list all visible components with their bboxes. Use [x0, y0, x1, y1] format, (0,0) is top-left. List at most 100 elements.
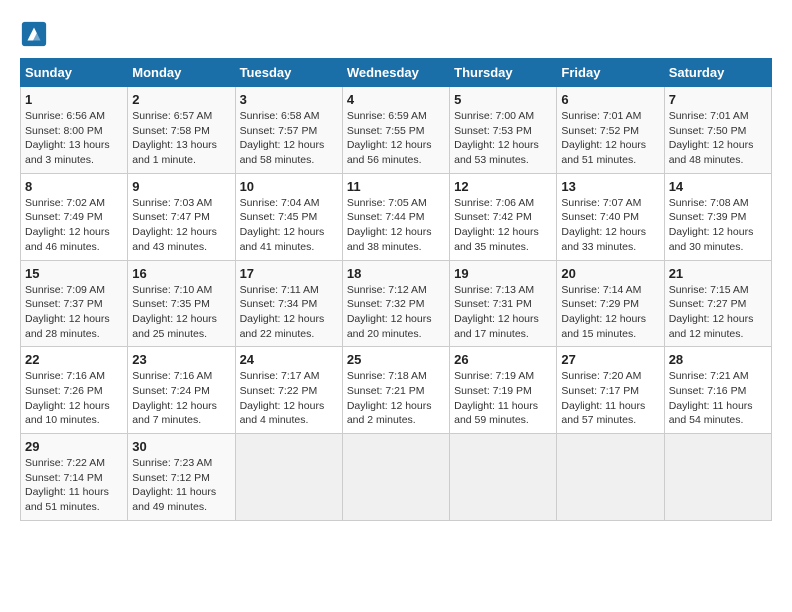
- day-number: 9: [132, 179, 230, 194]
- day-of-week-header: Friday: [557, 59, 664, 87]
- calendar-cell: 5 Sunrise: 7:00 AMSunset: 7:53 PMDaylight…: [450, 87, 557, 174]
- day-number: 1: [25, 92, 123, 107]
- calendar-week-row: 1Sunrise: 6:56 AMSunset: 8:00 PMDaylight…: [21, 87, 772, 174]
- day-number: 12: [454, 179, 552, 194]
- day-number: 18: [347, 266, 445, 281]
- day-number: 22: [25, 352, 123, 367]
- calendar-cell: 11 Sunrise: 7:05 AMSunset: 7:44 PMDayligh…: [342, 173, 449, 260]
- calendar-cell: 9 Sunrise: 7:03 AMSunset: 7:47 PMDaylight…: [128, 173, 235, 260]
- day-of-week-header: Monday: [128, 59, 235, 87]
- calendar-cell: 12 Sunrise: 7:06 AMSunset: 7:42 PMDayligh…: [450, 173, 557, 260]
- day-info: Sunrise: 7:08 AMSunset: 7:39 PMDaylight:…: [669, 196, 767, 255]
- day-of-week-header: Thursday: [450, 59, 557, 87]
- day-number: 7: [669, 92, 767, 107]
- calendar-cell: 29Sunrise: 7:22 AMSunset: 7:14 PMDayligh…: [21, 434, 128, 521]
- day-number: 5: [454, 92, 552, 107]
- day-info: Sunrise: 7:16 AMSunset: 7:24 PMDaylight:…: [132, 369, 230, 428]
- day-number: 24: [240, 352, 338, 367]
- day-info: Sunrise: 7:05 AMSunset: 7:44 PMDaylight:…: [347, 196, 445, 255]
- calendar-cell: [235, 434, 342, 521]
- calendar-cell: 6 Sunrise: 7:01 AMSunset: 7:52 PMDaylight…: [557, 87, 664, 174]
- day-number: 30: [132, 439, 230, 454]
- day-number: 15: [25, 266, 123, 281]
- day-number: 14: [669, 179, 767, 194]
- day-info: Sunrise: 6:57 AMSunset: 7:58 PMDaylight:…: [132, 109, 230, 168]
- calendar-cell: 10 Sunrise: 7:04 AMSunset: 7:45 PMDayligh…: [235, 173, 342, 260]
- calendar-cell: 24 Sunrise: 7:17 AMSunset: 7:22 PMDayligh…: [235, 347, 342, 434]
- day-number: 26: [454, 352, 552, 367]
- day-info: Sunrise: 7:22 AMSunset: 7:14 PMDaylight:…: [25, 456, 123, 515]
- calendar-cell: [450, 434, 557, 521]
- day-number: 20: [561, 266, 659, 281]
- calendar-cell: 22 Sunrise: 7:16 AMSunset: 7:26 PMDayligh…: [21, 347, 128, 434]
- calendar-cell: 3 Sunrise: 6:58 AMSunset: 7:57 PMDaylight…: [235, 87, 342, 174]
- logo-icon: [20, 20, 48, 48]
- day-info: Sunrise: 7:23 AMSunset: 7:12 PMDaylight:…: [132, 456, 230, 515]
- day-number: 2: [132, 92, 230, 107]
- day-info: Sunrise: 7:13 AMSunset: 7:31 PMDaylight:…: [454, 283, 552, 342]
- calendar-cell: 25 Sunrise: 7:18 AMSunset: 7:21 PMDayligh…: [342, 347, 449, 434]
- day-of-week-header: Sunday: [21, 59, 128, 87]
- calendar-header-row: SundayMondayTuesdayWednesdayThursdayFrid…: [21, 59, 772, 87]
- day-info: Sunrise: 7:14 AMSunset: 7:29 PMDaylight:…: [561, 283, 659, 342]
- day-number: 4: [347, 92, 445, 107]
- calendar-cell: 18Sunrise: 7:12 AMSunset: 7:32 PMDayligh…: [342, 260, 449, 347]
- day-number: 8: [25, 179, 123, 194]
- page-header: [20, 20, 772, 48]
- day-info: Sunrise: 7:09 AMSunset: 7:37 PMDaylight:…: [25, 283, 123, 342]
- day-info: Sunrise: 7:16 AMSunset: 7:26 PMDaylight:…: [25, 369, 123, 428]
- calendar-cell: 14 Sunrise: 7:08 AMSunset: 7:39 PMDayligh…: [664, 173, 771, 260]
- day-number: 16: [132, 266, 230, 281]
- day-of-week-header: Tuesday: [235, 59, 342, 87]
- day-info: Sunrise: 7:17 AMSunset: 7:22 PMDaylight:…: [240, 369, 338, 428]
- logo: [20, 20, 52, 48]
- calendar-cell: 20 Sunrise: 7:14 AMSunset: 7:29 PMDayligh…: [557, 260, 664, 347]
- day-info: Sunrise: 6:58 AMSunset: 7:57 PMDaylight:…: [240, 109, 338, 168]
- calendar-week-row: 8 Sunrise: 7:02 AMSunset: 7:49 PMDaylight…: [21, 173, 772, 260]
- day-info: Sunrise: 7:03 AMSunset: 7:47 PMDaylight:…: [132, 196, 230, 255]
- day-number: 27: [561, 352, 659, 367]
- calendar-cell: 2 Sunrise: 6:57 AMSunset: 7:58 PMDaylight…: [128, 87, 235, 174]
- day-info: Sunrise: 7:06 AMSunset: 7:42 PMDaylight:…: [454, 196, 552, 255]
- day-number: 6: [561, 92, 659, 107]
- day-number: 25: [347, 352, 445, 367]
- day-number: 21: [669, 266, 767, 281]
- calendar-cell: 30 Sunrise: 7:23 AMSunset: 7:12 PMDayligh…: [128, 434, 235, 521]
- day-number: 11: [347, 179, 445, 194]
- calendar-week-row: 29Sunrise: 7:22 AMSunset: 7:14 PMDayligh…: [21, 434, 772, 521]
- day-info: Sunrise: 7:00 AMSunset: 7:53 PMDaylight:…: [454, 109, 552, 168]
- day-number: 3: [240, 92, 338, 107]
- calendar-cell: 8 Sunrise: 7:02 AMSunset: 7:49 PMDaylight…: [21, 173, 128, 260]
- calendar-cell: 28 Sunrise: 7:21 AMSunset: 7:16 PMDayligh…: [664, 347, 771, 434]
- calendar-cell: 19 Sunrise: 7:13 AMSunset: 7:31 PMDayligh…: [450, 260, 557, 347]
- day-info: Sunrise: 7:11 AMSunset: 7:34 PMDaylight:…: [240, 283, 338, 342]
- day-number: 10: [240, 179, 338, 194]
- day-number: 28: [669, 352, 767, 367]
- day-number: 19: [454, 266, 552, 281]
- day-info: Sunrise: 7:01 AMSunset: 7:52 PMDaylight:…: [561, 109, 659, 168]
- day-info: Sunrise: 6:59 AMSunset: 7:55 PMDaylight:…: [347, 109, 445, 168]
- calendar-cell: 21 Sunrise: 7:15 AMSunset: 7:27 PMDayligh…: [664, 260, 771, 347]
- calendar-week-row: 22 Sunrise: 7:16 AMSunset: 7:26 PMDayligh…: [21, 347, 772, 434]
- day-info: Sunrise: 7:04 AMSunset: 7:45 PMDaylight:…: [240, 196, 338, 255]
- calendar-table: SundayMondayTuesdayWednesdayThursdayFrid…: [20, 58, 772, 521]
- calendar-cell: 15 Sunrise: 7:09 AMSunset: 7:37 PMDayligh…: [21, 260, 128, 347]
- calendar-cell: [557, 434, 664, 521]
- day-info: Sunrise: 7:20 AMSunset: 7:17 PMDaylight:…: [561, 369, 659, 428]
- day-of-week-header: Saturday: [664, 59, 771, 87]
- day-number: 23: [132, 352, 230, 367]
- calendar-cell: [342, 434, 449, 521]
- day-of-week-header: Wednesday: [342, 59, 449, 87]
- day-info: Sunrise: 7:07 AMSunset: 7:40 PMDaylight:…: [561, 196, 659, 255]
- day-info: Sunrise: 7:01 AMSunset: 7:50 PMDaylight:…: [669, 109, 767, 168]
- day-info: Sunrise: 7:15 AMSunset: 7:27 PMDaylight:…: [669, 283, 767, 342]
- day-info: Sunrise: 7:02 AMSunset: 7:49 PMDaylight:…: [25, 196, 123, 255]
- day-info: Sunrise: 7:21 AMSunset: 7:16 PMDaylight:…: [669, 369, 767, 428]
- day-info: Sunrise: 7:19 AMSunset: 7:19 PMDaylight:…: [454, 369, 552, 428]
- calendar-cell: 27 Sunrise: 7:20 AMSunset: 7:17 PMDayligh…: [557, 347, 664, 434]
- calendar-cell: 23 Sunrise: 7:16 AMSunset: 7:24 PMDayligh…: [128, 347, 235, 434]
- calendar-cell: 13Sunrise: 7:07 AMSunset: 7:40 PMDayligh…: [557, 173, 664, 260]
- calendar-cell: 16Sunrise: 7:10 AMSunset: 7:35 PMDayligh…: [128, 260, 235, 347]
- calendar-cell: 26 Sunrise: 7:19 AMSunset: 7:19 PMDayligh…: [450, 347, 557, 434]
- day-info: Sunrise: 7:18 AMSunset: 7:21 PMDaylight:…: [347, 369, 445, 428]
